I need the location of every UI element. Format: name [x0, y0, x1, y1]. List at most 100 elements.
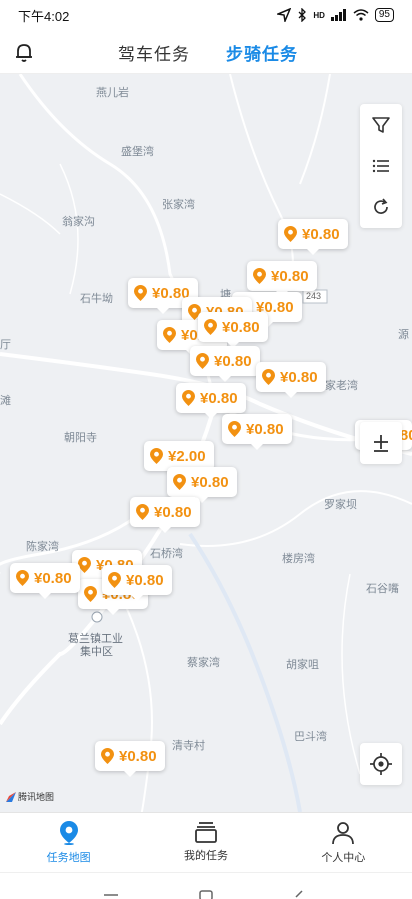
nav-label: 个人中心 — [321, 852, 366, 864]
nav-label: 我的任务 — [183, 850, 228, 862]
my-location-button[interactable] — [360, 743, 402, 785]
system-nav-bar — [0, 872, 412, 899]
map-tool-panel — [360, 104, 402, 228]
signal-icon — [330, 9, 346, 21]
location-pin-icon — [262, 369, 275, 385]
map-provider-name: 腾讯地图 — [18, 792, 55, 802]
location-pin-icon — [253, 268, 266, 284]
status-icons: HD 95 — [277, 8, 394, 22]
task-marker[interactable]: ¥0.80 — [167, 467, 237, 503]
place-label: 张家湾 — [162, 199, 195, 211]
nav-label: 任务地图 — [46, 852, 91, 864]
place-label: 集中区 — [80, 646, 113, 658]
battery-indicator: 95 — [374, 8, 394, 22]
task-map[interactable]: 燕儿岩 盛堡湾 张家湾 翁家沟 石牛坳 厅 滩 源 塘 家老湾 朝阳寺 罗家坝 … — [0, 74, 412, 812]
location-pin-icon — [173, 474, 186, 490]
place-label: 翁家沟 — [62, 216, 95, 228]
task-marker[interactable]: ¥0.80 — [95, 741, 165, 777]
reward-amount: ¥0.80 — [280, 368, 318, 386]
reward-amount: ¥0.80 — [200, 389, 238, 407]
reward-amount: ¥0.80 — [126, 571, 164, 589]
task-marker[interactable]: ¥0.80 — [102, 565, 172, 601]
reward-amount: ¥0.80 — [34, 569, 72, 587]
task-stack-icon — [195, 822, 217, 843]
location-pin-icon — [101, 748, 114, 764]
tencent-map-logo-icon — [6, 791, 16, 802]
signal-hd-label: HD — [313, 10, 325, 20]
reward-amount: ¥0.80 — [214, 352, 252, 370]
location-arrow-icon — [277, 8, 292, 22]
filter-button[interactable] — [360, 104, 402, 145]
reward-amount: ¥0.80 — [119, 747, 157, 765]
task-marker[interactable]: ¥0.80 — [247, 261, 317, 297]
header: 驾车任务 步骑任务 — [0, 30, 412, 74]
reward-amount: ¥0.80 — [154, 503, 192, 521]
road-number-label: 243 — [306, 291, 322, 301]
location-pin-icon — [108, 572, 121, 588]
tab-driving-tasks[interactable]: 驾车任务 — [118, 40, 190, 65]
status-time: 下午4:02 — [18, 8, 70, 24]
place-label: 蔡家湾 — [187, 657, 220, 669]
place-label: 厅 — [0, 339, 11, 351]
reward-amount: ¥0.80 — [302, 225, 340, 243]
location-pin-icon — [16, 570, 29, 586]
refresh-icon — [374, 197, 388, 214]
system-nav-icons — [104, 890, 303, 899]
place-label: 源 — [398, 329, 409, 341]
locate-icon — [370, 753, 392, 775]
map-pin-icon — [59, 821, 78, 845]
location-pin-icon — [284, 226, 297, 242]
task-marker[interactable]: ¥0.80 — [256, 362, 326, 398]
location-pin-icon — [134, 285, 147, 301]
task-marker[interactable]: ¥0.80 — [10, 563, 80, 599]
place-label: 楼房湾 — [282, 553, 315, 565]
status-bar: 下午4:02 HD 95 — [0, 0, 412, 30]
location-pin-icon — [182, 390, 195, 406]
place-label: 石牛坳 — [80, 293, 113, 305]
list-icon — [372, 159, 389, 172]
location-pin-icon — [150, 448, 163, 464]
location-pin-icon — [204, 319, 217, 335]
place-label: 石谷嘴 — [366, 583, 399, 595]
location-pin-icon — [228, 421, 241, 437]
task-marker[interactable]: ¥0.80 — [222, 414, 292, 450]
refresh-button[interactable] — [360, 186, 402, 227]
task-marker[interactable]: ¥0.80 — [130, 497, 200, 533]
filter-icon — [372, 116, 390, 133]
place-label: 滩 — [0, 395, 11, 407]
place-label: 石桥湾 — [150, 548, 183, 560]
location-pin-icon — [196, 353, 209, 369]
bluetooth-icon — [298, 8, 307, 22]
nav-my-tasks[interactable]: 我的任务 — [137, 813, 274, 872]
reward-amount: ¥0.80 — [246, 420, 284, 438]
place-label: 朝阳寺 — [64, 432, 97, 444]
tab-riding-tasks[interactable]: 步骑任务 — [226, 40, 298, 65]
list-view-button[interactable] — [360, 145, 402, 186]
reward-amount: ¥2.00 — [168, 447, 206, 465]
plus-icon — [374, 435, 388, 452]
nav-profile[interactable]: 个人中心 — [275, 813, 412, 872]
location-pin-icon — [163, 327, 176, 343]
place-label: 罗家坝 — [324, 499, 357, 511]
place-label: 家老湾 — [325, 380, 358, 392]
wifi-icon — [353, 9, 369, 21]
task-marker[interactable]: ¥0.80 — [190, 346, 260, 382]
task-marker[interactable]: ¥0.80 — [278, 219, 348, 255]
bottom-nav: 任务地图 我的任务 个人中心 — [0, 812, 412, 872]
task-marker[interactable]: ¥0.80 — [198, 312, 268, 348]
zoom-in-button[interactable] — [360, 422, 402, 464]
place-label: 燕儿岩 — [96, 87, 129, 99]
task-marker[interactable]: ¥0.80 — [176, 383, 246, 419]
reward-amount: ¥0.80 — [191, 473, 229, 491]
nav-task-map[interactable]: 任务地图 — [0, 813, 137, 872]
reward-amount: ¥0.80 — [271, 267, 309, 285]
location-pin-icon — [78, 557, 91, 573]
place-label: 盛堡湾 — [121, 146, 154, 158]
map-provider-logo: 腾讯地图 — [6, 790, 54, 803]
place-label: 清寺村 — [172, 740, 205, 752]
reward-amount: ¥0.80 — [222, 318, 260, 336]
user-icon — [332, 822, 355, 845]
location-pin-icon — [84, 586, 97, 602]
place-label: 巴斗湾 — [294, 731, 327, 743]
bell-icon[interactable] — [12, 40, 36, 64]
